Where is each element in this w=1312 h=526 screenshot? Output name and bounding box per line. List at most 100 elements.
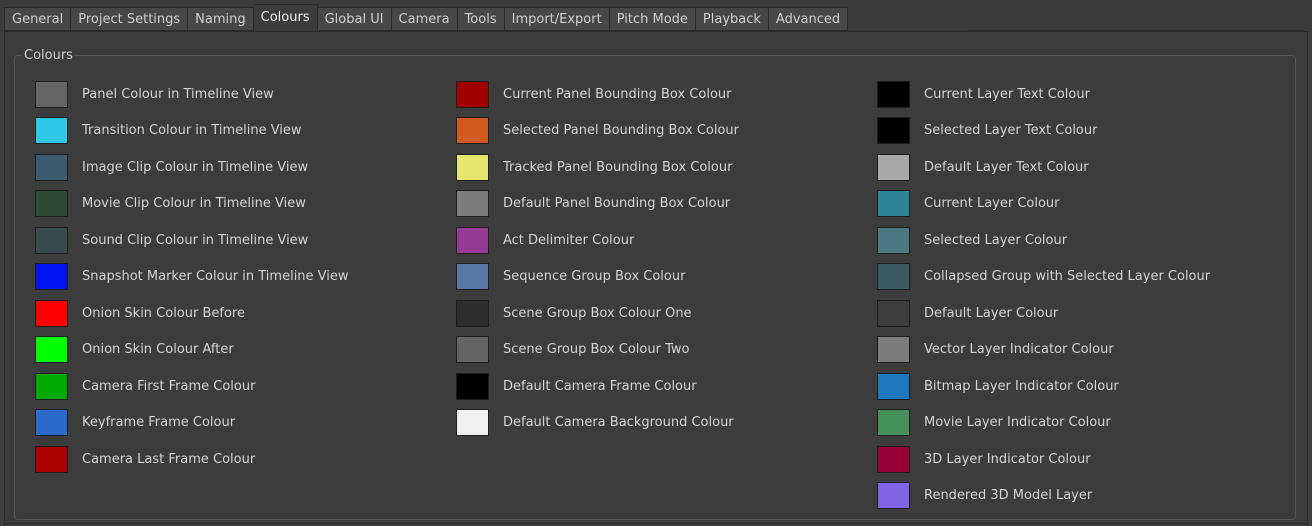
- colours-group-title: Colours: [22, 48, 75, 63]
- colour-row: Sequence Group Box Colour: [456, 259, 739, 296]
- colour-row: Default Layer Text Colour: [877, 149, 1210, 186]
- colour-swatch-button[interactable]: [35, 153, 68, 181]
- colour-row: Panel Colour in Timeline View: [35, 76, 349, 113]
- colour-row: Current Layer Text Colour: [877, 76, 1210, 113]
- colour-swatch-button[interactable]: [456, 153, 489, 181]
- tab-colours[interactable]: Colours: [253, 4, 318, 29]
- colour-row: Tracked Panel Bounding Box Colour: [456, 149, 739, 186]
- colour-label: Current Panel Bounding Box Colour: [503, 86, 732, 102]
- colour-label: Image Clip Colour in Timeline View: [82, 159, 309, 175]
- colour-swatch-button[interactable]: [456, 263, 489, 291]
- colour-swatch-button[interactable]: [877, 482, 910, 510]
- colour-label: Default Layer Text Colour: [924, 159, 1089, 175]
- colour-label: Selected Layer Text Colour: [924, 123, 1098, 139]
- tab-tools[interactable]: Tools: [457, 7, 505, 31]
- colour-swatch-button[interactable]: [35, 190, 68, 218]
- colour-swatch-button[interactable]: [877, 190, 910, 218]
- colour-swatch-button[interactable]: [877, 153, 910, 181]
- tab-playback[interactable]: Playback: [695, 7, 769, 31]
- colour-label: Snapshot Marker Colour in Timeline View: [82, 269, 349, 285]
- colour-label: Camera Last Frame Colour: [82, 451, 256, 467]
- colour-row: Image Clip Colour in Timeline View: [35, 149, 349, 186]
- colour-row: Keyframe Frame Colour: [35, 405, 349, 442]
- colour-row: Transition Colour in Timeline View: [35, 113, 349, 150]
- colour-label: Collapsed Group with Selected Layer Colo…: [924, 269, 1211, 285]
- tab-bar: General Project Settings Naming Colours Glob…: [0, 0, 1312, 33]
- colour-swatch-button[interactable]: [35, 117, 68, 145]
- colour-row: Selected Panel Bounding Box Colour: [456, 113, 739, 150]
- colour-label: Default Panel Bounding Box Colour: [503, 196, 731, 212]
- colour-label: Camera First Frame Colour: [82, 378, 256, 394]
- colour-swatch-button[interactable]: [456, 226, 489, 254]
- colour-swatch-button[interactable]: [456, 372, 489, 400]
- colour-label: Current Layer Colour: [924, 196, 1060, 212]
- colour-swatch-button[interactable]: [35, 409, 68, 437]
- colour-row: Selected Layer Text Colour: [877, 113, 1210, 150]
- colour-swatch-button[interactable]: [35, 299, 68, 327]
- colour-label: Sound Clip Colour in Timeline View: [82, 232, 309, 248]
- colour-swatch-button[interactable]: [35, 372, 68, 400]
- tab-global-ui[interactable]: Global UI: [317, 7, 392, 31]
- colour-swatch-button[interactable]: [877, 117, 910, 145]
- colour-row: Collapsed Group with Selected Layer Colo…: [877, 259, 1210, 296]
- colour-swatch-button[interactable]: [877, 372, 910, 400]
- colour-swatch-button[interactable]: [877, 336, 910, 364]
- colour-label: Movie Layer Indicator Colour: [924, 415, 1111, 431]
- colour-swatch-button[interactable]: [35, 226, 68, 254]
- tab-project-settings[interactable]: Project Settings: [71, 7, 189, 31]
- colour-swatch-button[interactable]: [35, 336, 68, 364]
- colour-swatch-button[interactable]: [35, 80, 68, 108]
- colour-row: Current Layer Colour: [877, 186, 1210, 223]
- colour-row: Rendered 3D Model Layer: [877, 478, 1210, 515]
- tab-import-export[interactable]: Import/Export: [504, 7, 610, 31]
- colour-row: Camera Last Frame Colour: [35, 441, 349, 478]
- colour-label: Default Layer Colour: [924, 305, 1059, 321]
- tab-pitch-mode[interactable]: Pitch Mode: [609, 7, 696, 31]
- colour-row: Selected Layer Colour: [877, 222, 1210, 259]
- colour-row: Onion Skin Colour Before: [35, 295, 349, 332]
- colour-swatch-button[interactable]: [456, 336, 489, 364]
- colour-swatch-button[interactable]: [877, 263, 910, 291]
- colour-label: Bitmap Layer Indicator Colour: [924, 378, 1119, 394]
- colour-label: Selected Layer Colour: [924, 232, 1068, 248]
- colour-row: Movie Clip Colour in Timeline View: [35, 186, 349, 223]
- colour-swatch-button[interactable]: [877, 226, 910, 254]
- colour-label: Movie Clip Colour in Timeline View: [82, 196, 306, 212]
- colour-label: Keyframe Frame Colour: [82, 415, 236, 431]
- colour-row: Default Camera Background Colour: [456, 405, 739, 442]
- colour-row: Camera First Frame Colour: [35, 368, 349, 405]
- colour-label: Default Camera Background Colour: [503, 415, 734, 431]
- colour-label: Transition Colour in Timeline View: [82, 123, 302, 139]
- colour-swatch-button[interactable]: [35, 445, 68, 473]
- colour-swatch-button[interactable]: [877, 409, 910, 437]
- colour-label: Panel Colour in Timeline View: [82, 86, 274, 102]
- colour-swatch-button[interactable]: [456, 299, 489, 327]
- colour-label: Scene Group Box Colour Two: [503, 342, 690, 358]
- colour-swatch-button[interactable]: [456, 117, 489, 145]
- colour-row: 3D Layer Indicator Colour: [877, 441, 1210, 478]
- colours-column-timeline: Panel Colour in Timeline View Transition …: [35, 76, 349, 478]
- tab-camera[interactable]: Camera: [391, 7, 458, 31]
- colour-swatch-button[interactable]: [877, 80, 910, 108]
- tab-naming[interactable]: Naming: [188, 7, 254, 31]
- colour-row: Current Panel Bounding Box Colour: [456, 76, 739, 113]
- colour-label: Scene Group Box Colour One: [503, 305, 692, 321]
- colour-row: Scene Group Box Colour One: [456, 295, 739, 332]
- colours-column-layers: Current Layer Text Colour Selected Layer …: [877, 76, 1210, 514]
- colour-row: Bitmap Layer Indicator Colour: [877, 368, 1210, 405]
- tab-general[interactable]: General: [4, 7, 72, 31]
- colours-column-panels: Current Panel Bounding Box Colour Selecte…: [456, 76, 739, 441]
- colour-label: Default Camera Frame Colour: [503, 378, 697, 394]
- colour-swatch-button[interactable]: [877, 299, 910, 327]
- colour-swatch-button[interactable]: [456, 409, 489, 437]
- tab-advanced[interactable]: Advanced: [768, 7, 849, 31]
- colour-swatch-button[interactable]: [456, 190, 489, 218]
- colour-label: Onion Skin Colour After: [82, 342, 234, 358]
- colour-label: Rendered 3D Model Layer: [924, 488, 1093, 504]
- colour-swatch-button[interactable]: [456, 80, 489, 108]
- colour-row: Default Panel Bounding Box Colour: [456, 186, 739, 223]
- colour-row: Default Camera Frame Colour: [456, 368, 739, 405]
- colour-swatch-button[interactable]: [35, 263, 68, 291]
- colour-swatch-button[interactable]: [877, 445, 910, 473]
- colour-label: Selected Panel Bounding Box Colour: [503, 123, 740, 139]
